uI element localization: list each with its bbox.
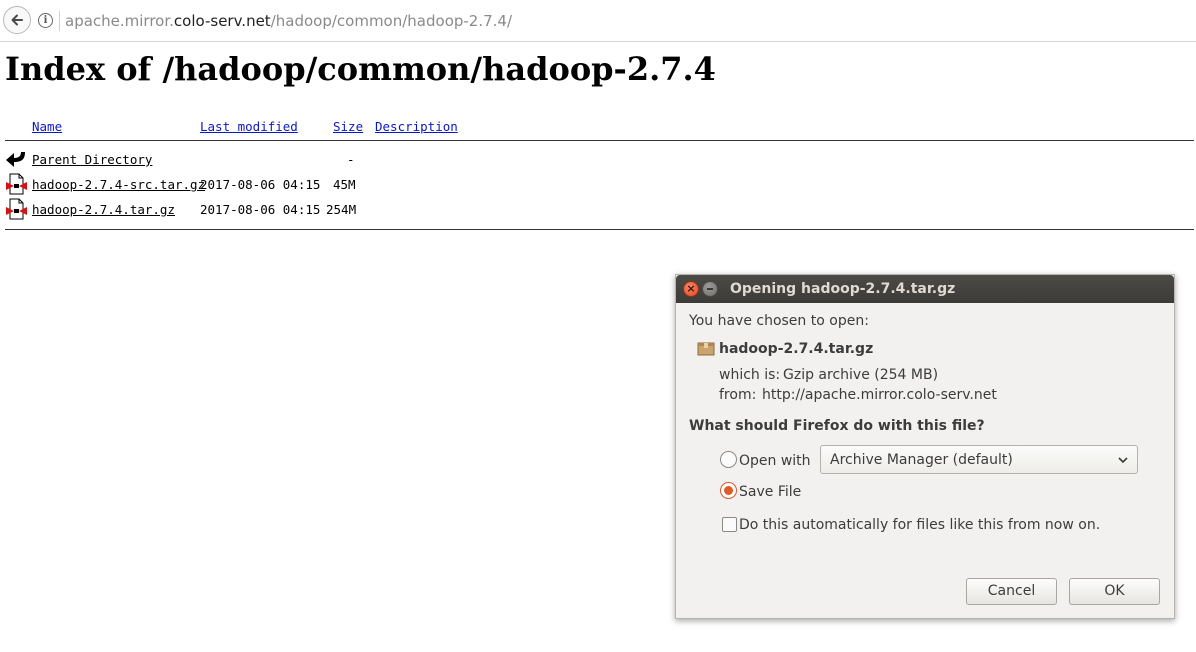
save-file-radio[interactable] bbox=[720, 482, 737, 499]
last-modified: 2017-08-06 04:15 bbox=[200, 202, 321, 217]
file-link[interactable]: hadoop-2.7.4.tar.gz bbox=[32, 202, 175, 218]
url-path: /hadoop/common/hadoop-2.7.4/ bbox=[270, 12, 513, 30]
source-url-value: http://apache.mirror.colo-serv.net bbox=[762, 387, 997, 403]
dialog-titlebar[interactable]: × Opening hadoop-2.7.4.tar.gz bbox=[676, 275, 1174, 303]
auto-action-checkbox[interactable] bbox=[722, 517, 737, 532]
which-is-label: which is: bbox=[719, 367, 781, 383]
from-label: from: bbox=[719, 387, 757, 403]
auto-action-label[interactable]: Do this automatically for files like thi… bbox=[739, 516, 1100, 534]
selected-app-value: Archive Manager (default) bbox=[830, 452, 1013, 468]
back-arrow-icon bbox=[6, 152, 25, 167]
url-divider bbox=[59, 11, 60, 31]
table-row: Parent Directory - bbox=[0, 148, 600, 170]
minimize-window-button[interactable] bbox=[702, 281, 718, 297]
open-with-app-select[interactable]: Archive Manager (default) bbox=[820, 445, 1138, 474]
action-question: What should Firefox do with this file? bbox=[689, 418, 985, 434]
back-button[interactable] bbox=[3, 6, 31, 34]
browser-toolbar: i apache.mirror.colo-serv.net/hadoop/com… bbox=[0, 0, 1196, 42]
open-with-label[interactable]: Open with bbox=[739, 452, 811, 470]
chevron-down-icon bbox=[1118, 457, 1128, 464]
dialog-title: Opening hadoop-2.7.4.tar.gz bbox=[730, 281, 956, 297]
file-size: 254M bbox=[326, 202, 357, 217]
file-size: 45M bbox=[333, 177, 356, 192]
column-header-name[interactable]: Name bbox=[32, 119, 62, 135]
url-host: colo-serv.net bbox=[173, 12, 271, 30]
compressed-file-icon bbox=[6, 198, 27, 220]
url-prefix: apache.mirror. bbox=[65, 12, 174, 30]
table-row: hadoop-2.7.4-src.tar.gz 2017-08-06 04:15… bbox=[0, 173, 600, 195]
footer-divider bbox=[5, 229, 1194, 230]
file-name: hadoop-2.7.4.tar.gz bbox=[719, 341, 874, 357]
table-row: hadoop-2.7.4.tar.gz 2017-08-06 04:15 254… bbox=[0, 198, 600, 220]
open-with-radio[interactable] bbox=[720, 451, 737, 468]
save-file-label[interactable]: Save File bbox=[739, 483, 801, 501]
file-size: - bbox=[347, 152, 355, 167]
header-divider bbox=[5, 140, 1194, 141]
file-type-value: Gzip archive (254 MB) bbox=[783, 367, 939, 383]
package-icon bbox=[697, 342, 715, 356]
download-dialog: × Opening hadoop-2.7.4.tar.gz You have c… bbox=[675, 274, 1175, 619]
close-window-button[interactable]: × bbox=[683, 281, 699, 297]
compressed-file-icon bbox=[6, 173, 27, 195]
site-info-icon[interactable]: i bbox=[38, 13, 53, 28]
url-field[interactable]: apache.mirror.colo-serv.net/hadoop/commo… bbox=[65, 11, 512, 31]
ok-button[interactable]: OK bbox=[1069, 578, 1160, 605]
parent-directory-link[interactable]: Parent Directory bbox=[32, 152, 152, 168]
column-header-size[interactable]: Size bbox=[333, 119, 363, 135]
cancel-button[interactable]: Cancel bbox=[966, 578, 1057, 605]
back-arrow-icon bbox=[11, 14, 23, 26]
last-modified: 2017-08-06 04:15 bbox=[200, 177, 321, 192]
column-header-last-modified[interactable]: Last modified bbox=[200, 119, 298, 135]
page-title: Index of /hadoop/common/hadoop-2.7.4 bbox=[5, 50, 716, 88]
column-header-description[interactable]: Description bbox=[375, 119, 458, 135]
file-link[interactable]: hadoop-2.7.4-src.tar.gz bbox=[32, 177, 205, 193]
chosen-to-open-label: You have chosen to open: bbox=[689, 313, 869, 329]
